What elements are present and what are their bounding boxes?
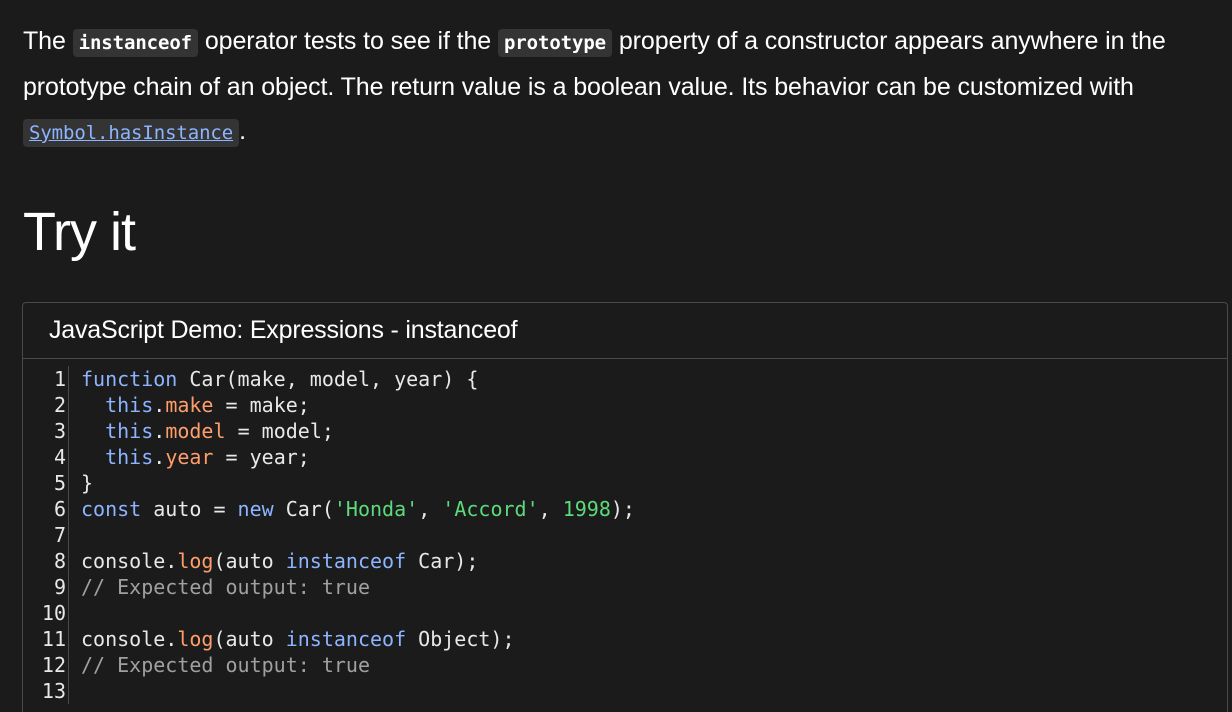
property-token: model bbox=[165, 419, 226, 443]
interactive-demo-panel: JavaScript Demo: Expressions - instanceo… bbox=[22, 302, 1228, 712]
line-number: 7 bbox=[23, 522, 69, 548]
keyword-token: function bbox=[81, 367, 178, 391]
line-number: 10 bbox=[23, 600, 69, 626]
line-number: 13 bbox=[23, 678, 69, 704]
code-text[interactable]: this.make = make; bbox=[69, 392, 310, 418]
keyword-token: this bbox=[105, 393, 154, 417]
keyword-token: new bbox=[237, 497, 274, 521]
code-text[interactable] bbox=[69, 678, 81, 704]
keyword-token: this bbox=[105, 445, 154, 469]
code-line: 5 } bbox=[23, 470, 1227, 496]
code-editor[interactable]: 1 function Car(make, model, year) { 2 th… bbox=[23, 366, 1227, 704]
instanceof-inline-code: instanceof bbox=[72, 29, 199, 57]
code-line: 10 bbox=[23, 600, 1227, 626]
line-number: 4 bbox=[23, 444, 69, 470]
line-number: 8 bbox=[23, 548, 69, 574]
section-title-try-it: Try it bbox=[23, 202, 136, 262]
property-token: log bbox=[177, 549, 214, 573]
code-token: . bbox=[153, 393, 166, 417]
code-line: 4 this.year = year; bbox=[23, 444, 1227, 470]
code-token: Car); bbox=[406, 549, 479, 573]
code-token: ); bbox=[610, 497, 635, 521]
intro-text-1: The bbox=[23, 27, 73, 55]
symbol-hasinstance-link[interactable]: Symbol.hasInstance bbox=[23, 119, 240, 147]
code-line: 7 bbox=[23, 522, 1227, 548]
line-number: 5 bbox=[23, 470, 69, 496]
code-line: 12 // Expected output: true bbox=[23, 652, 1227, 678]
code-token: , bbox=[538, 497, 563, 521]
comment-token: // Expected output: true bbox=[81, 653, 370, 677]
code-line: 11 console.log(auto instanceof Object); bbox=[23, 626, 1227, 652]
line-number: 11 bbox=[23, 626, 69, 652]
number-token: 1998 bbox=[562, 497, 611, 521]
intro-text-4: . bbox=[239, 117, 246, 145]
code-text[interactable]: // Expected output: true bbox=[69, 652, 370, 678]
keyword-token: instanceof bbox=[285, 627, 407, 651]
code-text[interactable]: const auto = new Car('Honda', 'Accord', … bbox=[69, 496, 635, 522]
string-token: 'Honda' bbox=[333, 497, 419, 521]
code-token: = year; bbox=[213, 445, 310, 469]
code-line: 6 const auto = new Car('Honda', 'Accord'… bbox=[23, 496, 1227, 522]
code-text[interactable]: this.model = model; bbox=[69, 418, 334, 444]
keyword-token: instanceof bbox=[285, 549, 407, 573]
keyword-token: const bbox=[81, 497, 142, 521]
code-line: 2 this.make = make; bbox=[23, 392, 1227, 418]
code-token: = model; bbox=[225, 419, 334, 443]
code-line: 3 this.model = model; bbox=[23, 418, 1227, 444]
code-text[interactable]: function Car(make, model, year) { bbox=[69, 366, 478, 392]
code-text[interactable]: console.log(auto instanceof Object); bbox=[69, 626, 515, 652]
code-text[interactable]: } bbox=[69, 470, 93, 496]
property-token: log bbox=[177, 627, 214, 651]
code-token: Car( bbox=[273, 497, 334, 521]
intro-paragraph: The instanceof operator tests to see if … bbox=[23, 19, 1228, 155]
comment-token: // Expected output: true bbox=[81, 575, 370, 599]
code-token: Car(make, model, year) { bbox=[177, 367, 479, 391]
line-number: 1 bbox=[23, 366, 69, 392]
code-text[interactable]: // Expected output: true bbox=[69, 574, 370, 600]
line-number: 12 bbox=[23, 652, 69, 678]
demo-header: JavaScript Demo: Expressions - instanceo… bbox=[23, 303, 1227, 359]
code-token: } bbox=[81, 471, 94, 495]
code-line: 13 bbox=[23, 678, 1227, 704]
line-number: 3 bbox=[23, 418, 69, 444]
string-token: 'Accord' bbox=[442, 497, 539, 521]
demo-title: JavaScript Demo: Expressions - instanceo… bbox=[49, 316, 518, 344]
property-token: year bbox=[165, 445, 214, 469]
page: The instanceof operator tests to see if … bbox=[0, 0, 1232, 712]
code-text[interactable] bbox=[69, 600, 81, 626]
code-text[interactable]: this.year = year; bbox=[69, 444, 310, 470]
code-line: 9 // Expected output: true bbox=[23, 574, 1227, 600]
code-text[interactable] bbox=[69, 522, 81, 548]
code-token: (auto bbox=[213, 549, 286, 573]
line-number: 9 bbox=[23, 574, 69, 600]
code-token: = make; bbox=[213, 393, 310, 417]
code-token: console. bbox=[81, 627, 178, 651]
property-token: make bbox=[165, 393, 214, 417]
code-token: Object); bbox=[406, 627, 515, 651]
code-token: (auto bbox=[213, 627, 286, 651]
code-token: , bbox=[418, 497, 443, 521]
code-line: 1 function Car(make, model, year) { bbox=[23, 366, 1227, 392]
code-token: . bbox=[153, 445, 166, 469]
code-text[interactable]: console.log(auto instanceof Car); bbox=[69, 548, 478, 574]
intro-text-2: operator tests to see if the bbox=[198, 27, 498, 55]
prototype-inline-code: prototype bbox=[497, 29, 613, 57]
code-token: auto = bbox=[141, 497, 238, 521]
line-number: 6 bbox=[23, 496, 69, 522]
code-line: 8 console.log(auto instanceof Car); bbox=[23, 548, 1227, 574]
code-token: . bbox=[153, 419, 166, 443]
code-token: console. bbox=[81, 549, 178, 573]
keyword-token: this bbox=[105, 419, 154, 443]
line-number: 2 bbox=[23, 392, 69, 418]
